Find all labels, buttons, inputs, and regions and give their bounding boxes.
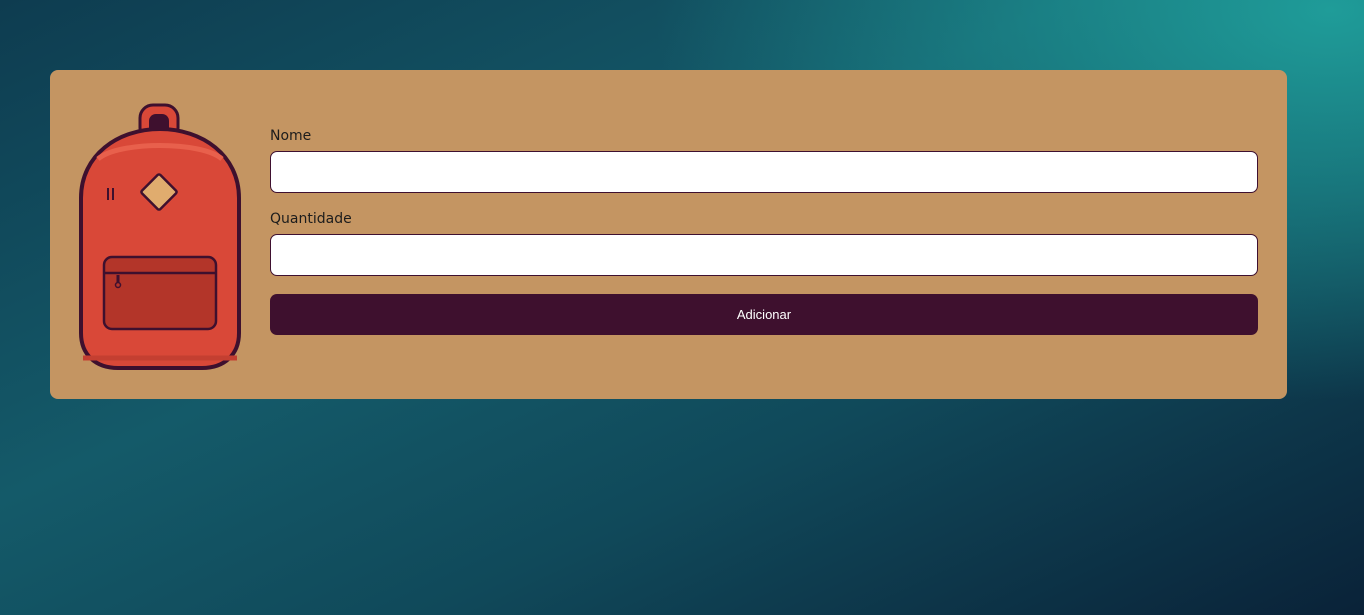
backpack-icon xyxy=(78,103,242,371)
name-label: Nome xyxy=(270,128,312,144)
name-input[interactable] xyxy=(270,151,1258,193)
add-item-form: Nome Quantidade Adicionar xyxy=(270,126,1258,335)
quantity-input[interactable] xyxy=(270,234,1258,276)
add-button[interactable]: Adicionar xyxy=(270,294,1258,335)
quantity-label: Quantidade xyxy=(270,211,352,227)
